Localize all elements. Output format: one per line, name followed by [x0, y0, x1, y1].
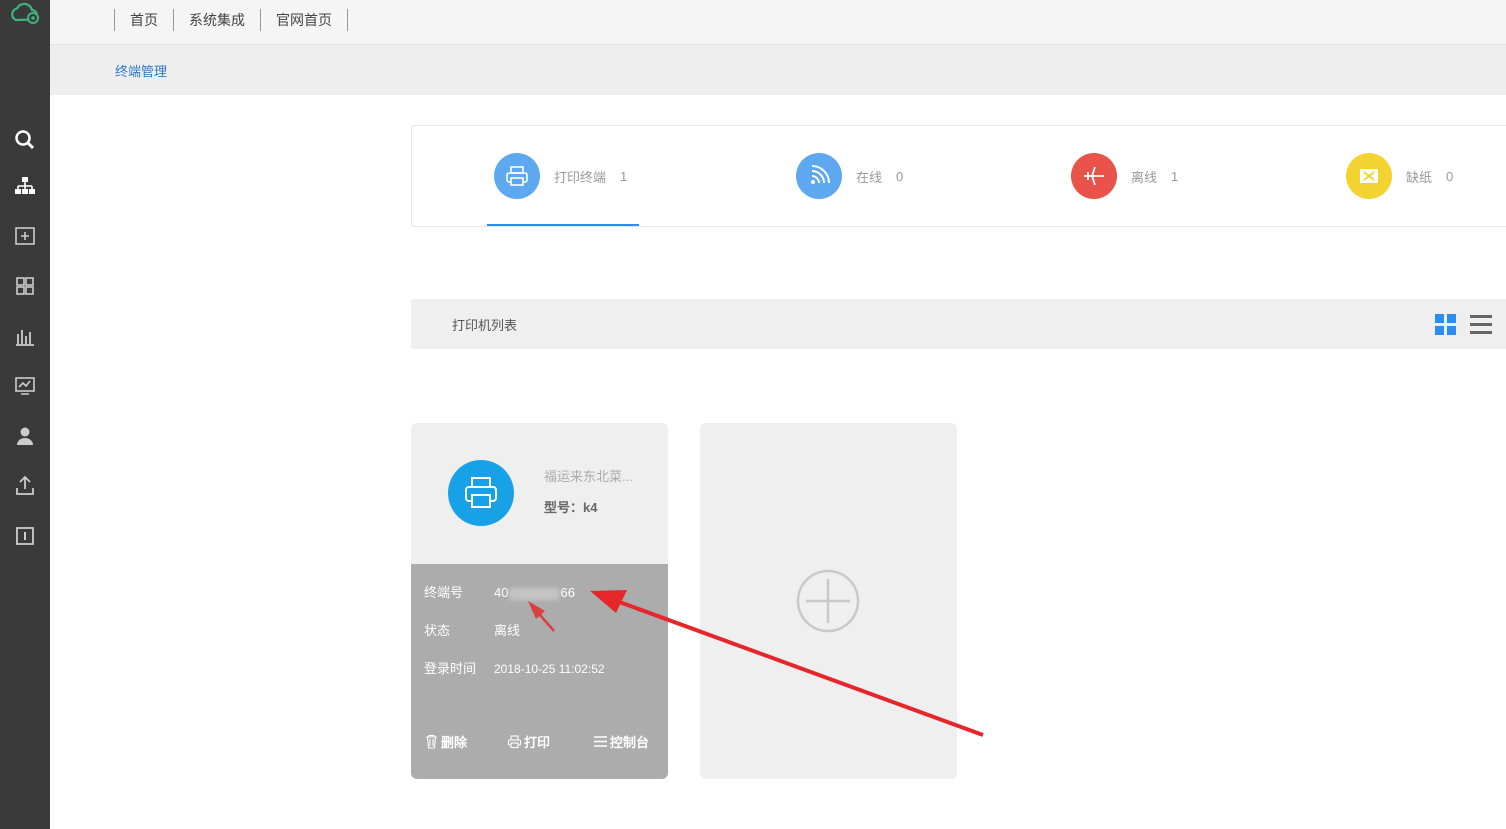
- nav-website-link[interactable]: 官网首页: [261, 10, 347, 30]
- active-tab-underline: [487, 224, 639, 226]
- stat-count: 0: [896, 168, 904, 184]
- login-time-row: 登录时间 2018-10-25 11:02:52: [424, 658, 605, 677]
- terminal-id-label: 终端号: [424, 585, 464, 600]
- nav-divider: [347, 9, 348, 31]
- stat-label: 打印终端: [554, 169, 607, 185]
- upload-icon[interactable]: [13, 474, 37, 498]
- printer-model: 型号：k4: [544, 500, 598, 515]
- stat-count: 0: [1446, 168, 1454, 184]
- redacted-blur: [509, 587, 560, 600]
- printer-card-actions: 删除 打印 控制台: [411, 732, 668, 754]
- stat-label: 离线: [1131, 169, 1158, 185]
- no-paper-icon: [1346, 153, 1392, 199]
- monitor-chart-icon[interactable]: [13, 374, 37, 398]
- nav-home-link[interactable]: 首页: [115, 10, 173, 30]
- printer-card-details: 终端号 40 66 状态 离线 登录时间 2018-10-25 11:02:52 删除 …: [411, 564, 668, 779]
- airplane-icon: [1071, 153, 1117, 199]
- print-button[interactable]: 打印: [507, 732, 550, 751]
- stat-no-paper[interactable]: 缺纸 0: [1346, 153, 1453, 199]
- status-label: 状态: [424, 623, 451, 638]
- printer-small-icon: [507, 735, 522, 749]
- printer-list-title: 打印机列表: [452, 318, 518, 333]
- login-time-value: 2018-10-25 11:02:52: [494, 662, 605, 676]
- wifi-icon: [796, 153, 842, 199]
- user-icon[interactable]: [13, 424, 37, 448]
- terminal-stats-panel: 打印终端 1 在线 0 离线 1 缺纸 0: [411, 125, 1506, 227]
- menu-icon: [594, 736, 607, 747]
- stat-offline[interactable]: 离线 1: [1071, 153, 1178, 199]
- status-row: 状态 离线: [424, 620, 520, 639]
- printer-icon: [448, 460, 514, 526]
- print-label: 打印: [524, 735, 551, 750]
- terminal-id-value: 40 66: [494, 585, 575, 600]
- stat-online[interactable]: 在线 0: [796, 153, 903, 199]
- sidebar: [0, 0, 50, 829]
- terminal-id-row: 终端号 40 66: [424, 582, 575, 601]
- bar-chart-icon[interactable]: [13, 324, 37, 348]
- terminal-id-start: 40: [494, 585, 509, 600]
- search-icon[interactable]: [13, 128, 37, 152]
- printer-card-header: 福运来东北菜... 型号：k4: [411, 423, 668, 564]
- top-nav: 首页 系统集成 官网首页: [114, 8, 348, 32]
- login-time-label: 登录时间: [424, 661, 477, 676]
- add-circle-icon: [796, 569, 860, 633]
- stat-count: 1: [620, 168, 628, 184]
- printer-icon: [494, 153, 540, 199]
- cloud-logo-icon[interactable]: [9, 0, 41, 26]
- terminal-id-end: 66: [560, 585, 575, 600]
- trash-icon: [426, 734, 437, 749]
- grid-view-icon[interactable]: [1435, 314, 1456, 335]
- breadcrumb-bar: 终端管理: [50, 45, 1506, 95]
- add-printer-card[interactable]: [700, 423, 957, 779]
- printer-card[interactable]: 福运来东北菜... 型号：k4 终端号 40 66 状态 离线 登录时间 2018-10…: [411, 423, 668, 779]
- stat-label: 缺纸: [1406, 169, 1433, 185]
- add-box-icon[interactable]: [13, 224, 37, 248]
- delete-label: 删除: [441, 735, 468, 750]
- printer-list-header: 打印机列表: [411, 299, 1506, 349]
- info-box-icon[interactable]: [13, 524, 37, 548]
- nav-integration-link[interactable]: 系统集成: [174, 10, 260, 30]
- printer-name: 福运来东北菜...: [544, 469, 633, 484]
- stat-count: 1: [1171, 168, 1179, 184]
- status-value: 离线: [494, 623, 521, 638]
- sitemap-icon[interactable]: [13, 174, 37, 198]
- delete-button[interactable]: 删除: [424, 732, 467, 751]
- stat-label: 在线: [856, 169, 883, 185]
- top-bar: 首页 系统集成 官网首页: [50, 0, 1506, 45]
- stat-printer-terminals[interactable]: 打印终端 1: [494, 153, 627, 199]
- console-label: 控制台: [610, 735, 650, 750]
- console-button[interactable]: 控制台: [593, 732, 649, 751]
- breadcrumb[interactable]: 终端管理: [115, 61, 167, 80]
- grid-icon[interactable]: [13, 274, 37, 298]
- list-view-icon[interactable]: [1470, 314, 1492, 335]
